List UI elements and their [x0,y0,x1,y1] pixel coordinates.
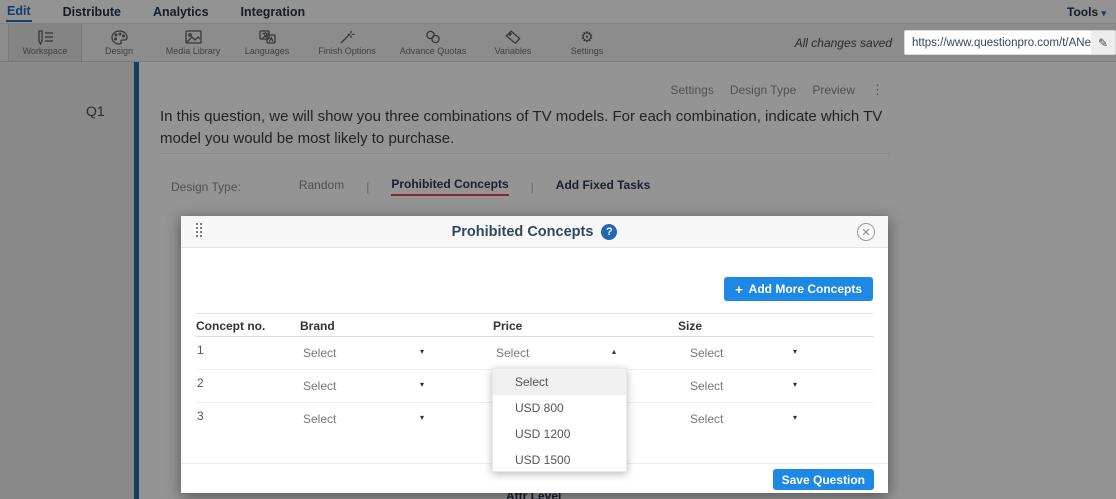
menu-item-edit[interactable]: Edit [6,2,32,22]
question-preview-link[interactable]: Preview [812,83,855,97]
chevron-up-icon[interactable]: ▴ [612,347,616,356]
column-header-brand: Brand [300,319,335,333]
toolbar-item-media-library[interactable]: Media Library [156,24,230,61]
design-type-label: Design Type: [171,180,241,194]
brand-select-row3[interactable]: Select [303,412,336,426]
toolbar-right-group: All changes saved https://www.questionpr… [795,23,1116,62]
design-type-row: Design Type: Random | Prohibited Concept… [171,177,672,196]
column-header-size: Size [678,319,702,333]
size-select-row3[interactable]: Select [690,412,723,426]
chevron-down-icon[interactable]: ▾ [793,347,797,356]
svg-text:A: A [269,38,273,44]
plus-icon: + [735,282,743,297]
toolbar-item-label: Variables [495,46,532,56]
concept-number: 3 [197,409,204,423]
chevron-down-icon: ▾ [1101,8,1106,18]
chevron-down-icon[interactable]: ▾ [420,413,424,422]
menu-bar: Edit Distribute Analytics Integration To… [0,0,1116,23]
dropdown-option-usd-1200[interactable]: USD 1200 [493,421,626,447]
svg-text:文: 文 [262,31,268,39]
help-icon[interactable]: ? [601,224,617,240]
table-header-row: Concept no. Brand Price Size [196,313,874,337]
size-select-row1[interactable]: Select [690,346,723,360]
gear-icon: ⚙ [578,29,596,45]
dropdown-option-select[interactable]: Select [493,369,626,395]
chevron-down-icon[interactable]: ▾ [420,380,424,389]
menu-item-integration[interactable]: Integration [240,3,307,21]
tag-icon [504,29,522,45]
image-icon [184,29,202,45]
brand-select-row2[interactable]: Select [303,379,336,393]
divider: | [366,180,369,194]
app-window: Edit Distribute Analytics Integration To… [0,0,1116,499]
toolbar-item-label: Media Library [166,46,221,56]
price-dropdown-menu: Select USD 800 USD 1200 USD 1500 [492,368,627,472]
column-header-concept-no: Concept no. [196,319,265,333]
price-select-row1[interactable]: Select [496,346,529,360]
modal-title: Prohibited Concepts [452,224,594,240]
toolbar-item-label: Workspace [23,46,68,56]
add-more-concepts-button[interactable]: + Add More Concepts [724,277,873,301]
toolbar-item-label: Design [105,46,133,56]
chevron-down-icon[interactable]: ▾ [793,380,797,389]
question-text[interactable]: In this question, we will show you three… [160,106,890,150]
pencil-icon: ✎ [1098,36,1108,50]
menu-item-analytics[interactable]: Analytics [152,3,210,21]
workspace-icon [36,29,54,45]
translate-icon: 文A [258,29,276,45]
toolbar-item-label: Finish Options [318,46,376,56]
toolbar-item-finish-options[interactable]: Finish Options [304,24,390,61]
size-select-row2[interactable]: Select [690,379,723,393]
design-option-add-fixed-tasks[interactable]: Add Fixed Tasks [556,178,650,195]
tools-menu[interactable]: Tools ▾ [1067,5,1106,19]
palette-icon [110,29,128,45]
prohibited-concepts-modal: Prohibited Concepts ? ✕ + Add More Conce… [181,216,888,493]
design-option-prohibited-concepts[interactable]: Prohibited Concepts [391,177,508,196]
toolbar-item-advance-quotas[interactable]: Advance Quotas [390,24,476,61]
toolbar-item-variables[interactable]: Variables [476,24,550,61]
toolbar-item-design[interactable]: Design [82,24,156,61]
save-status-text: All changes saved [795,36,892,50]
toolbar-item-label: Languages [245,46,290,56]
more-options-icon[interactable]: ⋮ [871,82,884,98]
question-list-panel [0,62,134,499]
question-card-actions: Settings Design Type Preview ⋮ [670,82,884,98]
concept-number: 2 [197,376,204,390]
chevron-down-icon[interactable]: ▾ [793,413,797,422]
divider [160,153,890,154]
question-design-type-link[interactable]: Design Type [730,83,797,97]
close-icon[interactable]: ✕ [857,223,875,241]
toolbar-item-label: Advance Quotas [400,46,467,56]
edit-url-button[interactable]: ✎ [1091,31,1115,54]
brand-select-row1[interactable]: Select [303,346,336,360]
dropdown-option-usd-800[interactable]: USD 800 [493,395,626,421]
design-option-random[interactable]: Random [299,178,344,195]
divider: | [531,180,534,194]
toolbar-item-languages[interactable]: 文A Languages [230,24,304,61]
toolbar-item-label: Settings [571,46,604,56]
dropdown-option-usd-1500[interactable]: USD 1500 [493,447,626,473]
toolbar-item-settings[interactable]: ⚙ Settings [550,24,624,61]
drag-handle-icon[interactable] [196,223,204,239]
chevron-down-icon[interactable]: ▾ [420,347,424,356]
survey-url-value[interactable]: https://www.questionpro.com/t/ANeFXZ [905,37,1091,49]
chain-links-icon [424,29,442,45]
magic-wand-icon [338,29,356,45]
table-row: 1 Select ▾ Select ▴ Select ▾ [196,337,874,370]
concept-number: 1 [197,343,204,357]
question-number-label: Q1 [86,103,105,119]
modal-header: Prohibited Concepts ? ✕ [181,216,888,248]
menu-item-distribute[interactable]: Distribute [62,3,122,21]
toolbar-item-workspace[interactable]: Workspace [8,24,82,61]
column-header-price: Price [493,319,522,333]
save-question-button[interactable]: Save Question [773,469,874,490]
survey-url-field[interactable]: https://www.questionpro.com/t/ANeFXZ ✎ [904,30,1116,55]
question-settings-link[interactable]: Settings [670,83,713,97]
